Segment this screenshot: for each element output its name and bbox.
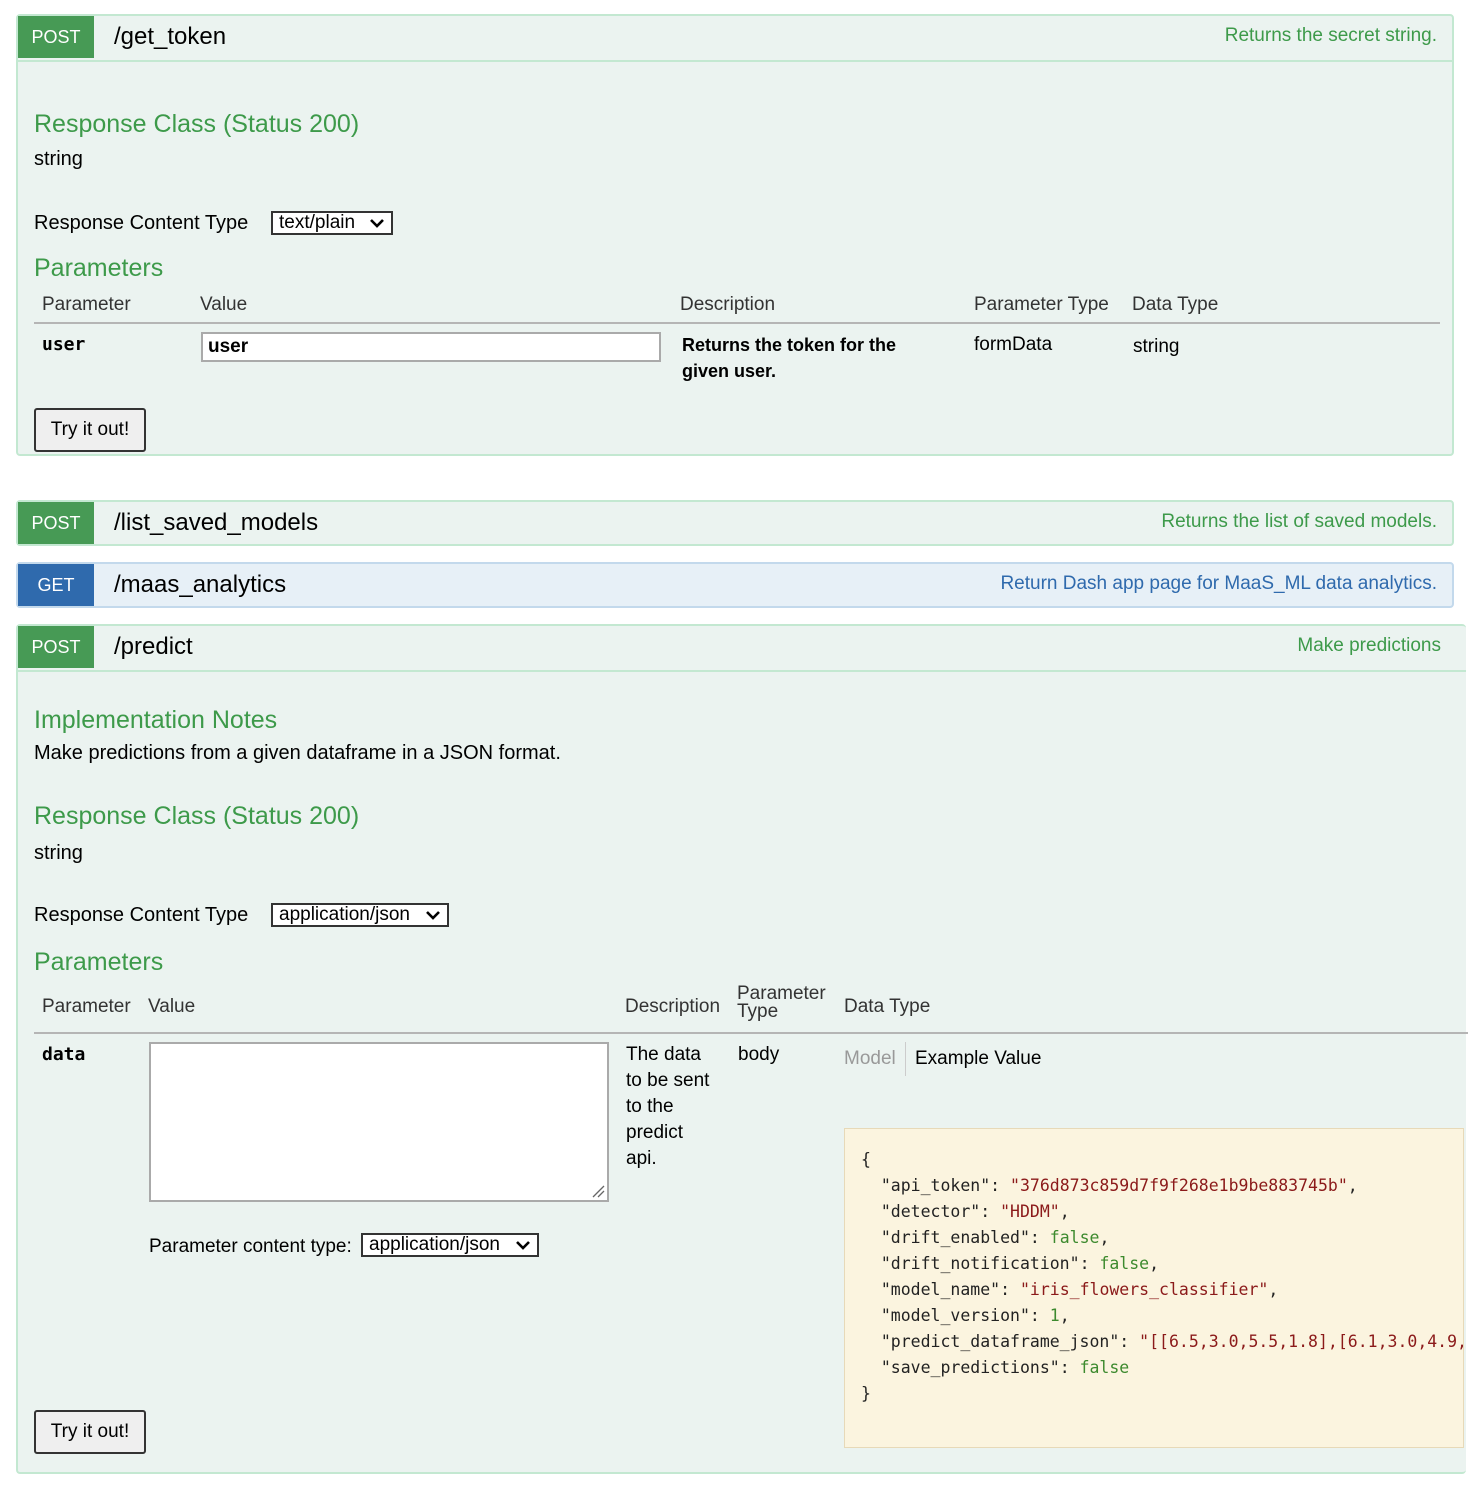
json-string: "iris_flowers_classifier" bbox=[1019, 1280, 1269, 1299]
col-header-data-type: Data Type bbox=[1132, 294, 1219, 315]
description-line: The data bbox=[626, 1044, 701, 1065]
method-badge[interactable]: POST bbox=[18, 502, 94, 544]
response-class-value: string bbox=[34, 148, 83, 170]
method-badge[interactable]: GET bbox=[18, 564, 94, 606]
param-type: formData bbox=[974, 334, 1053, 355]
endpoint-body: Response Class (Status 200) string Respo… bbox=[18, 60, 1452, 454]
implementation-notes-text: Make predictions from a given dataframe … bbox=[34, 742, 561, 764]
parameters-heading: Parameters bbox=[34, 948, 164, 976]
col-header-parameter: Parameter bbox=[42, 294, 131, 315]
select-value: text/plain bbox=[279, 212, 356, 233]
json-boolean: false bbox=[1079, 1358, 1130, 1377]
description-line: given user. bbox=[682, 361, 777, 381]
json-key: "model_name" bbox=[880, 1280, 1001, 1299]
response-content-type-label: Response Content Type bbox=[34, 212, 249, 234]
json-key: "drift_enabled" bbox=[880, 1228, 1030, 1247]
endpoint-header[interactable]: POST /predict Make predictions bbox=[18, 626, 1466, 670]
endpoint-header[interactable]: POST /get_token Returns the secret strin… bbox=[18, 16, 1452, 60]
endpoint-summary[interactable]: Return Dash app page for MaaS_ML data an… bbox=[1000, 564, 1437, 604]
description-line: predict bbox=[626, 1122, 684, 1143]
description-line: to be sent bbox=[626, 1070, 710, 1091]
code-brace: } bbox=[861, 1384, 871, 1403]
endpoint-path[interactable]: /list_saved_models bbox=[114, 502, 318, 544]
implementation-notes-heading: Implementation Notes bbox=[34, 706, 278, 734]
json-key: "model_version" bbox=[880, 1306, 1030, 1325]
endpoint-summary[interactable]: Returns the secret string. bbox=[1225, 16, 1437, 56]
param-description: Returns the token for the given user. bbox=[682, 332, 896, 384]
endpoint-maas-analytics: GET /maas_analytics Return Dash app page… bbox=[16, 562, 1454, 608]
col-header-data-type: Data Type bbox=[844, 996, 931, 1017]
endpoint-summary[interactable]: Make predictions bbox=[1297, 626, 1441, 666]
header-line: Type bbox=[737, 1001, 779, 1022]
description-line: Returns the token for the bbox=[682, 335, 897, 355]
param-data-type: string bbox=[1133, 336, 1180, 357]
json-key: "detector" bbox=[880, 1202, 981, 1221]
response-class-value: string bbox=[34, 842, 83, 864]
endpoint-get-token: POST /get_token Returns the secret strin… bbox=[16, 14, 1454, 456]
param-content-type-label: Parameter content type: bbox=[149, 1236, 352, 1257]
col-header-parameter: Parameter bbox=[42, 996, 131, 1017]
endpoint-header[interactable]: POST /list_saved_models Returns the list… bbox=[18, 502, 1452, 546]
input-value: user bbox=[208, 336, 249, 357]
endpoint-list-saved-models: POST /list_saved_models Returns the list… bbox=[16, 500, 1454, 546]
response-content-type-label: Response Content Type bbox=[34, 904, 249, 926]
data-textarea[interactable] bbox=[149, 1042, 609, 1202]
method-badge[interactable]: POST bbox=[18, 16, 94, 58]
endpoint-path[interactable]: /get_token bbox=[114, 16, 226, 58]
endpoint-predict: POST /predict Make predictions Implement… bbox=[16, 624, 1468, 1474]
description-line: to the bbox=[626, 1096, 674, 1117]
json-boolean: false bbox=[1049, 1228, 1100, 1247]
table-header-rule bbox=[34, 322, 1440, 324]
param-name: data bbox=[42, 1044, 86, 1065]
response-content-type-select[interactable]: application/json bbox=[271, 903, 449, 927]
json-string: "376d873c859d7f9f268e1b9be883745b" bbox=[1010, 1176, 1348, 1195]
method-badge[interactable]: POST bbox=[18, 626, 94, 668]
table-header-rule bbox=[34, 1032, 1468, 1034]
endpoint-header[interactable]: GET /maas_analytics Return Dash app page… bbox=[18, 564, 1452, 608]
json-key: "save_predictions" bbox=[880, 1358, 1060, 1377]
param-type: body bbox=[738, 1044, 780, 1065]
json-string: "[[6.5,3.0,5.5,1.8],[6.1,3.0,4.9,1.8]]" bbox=[1139, 1332, 1463, 1351]
json-key: "predict_dataframe_json" bbox=[880, 1332, 1120, 1351]
chevron-down-icon bbox=[516, 1241, 530, 1250]
endpoint-path[interactable]: /maas_analytics bbox=[114, 564, 286, 606]
col-header-description: Description bbox=[625, 996, 721, 1017]
code-brace: { bbox=[861, 1150, 871, 1169]
json-string: "HDDM" bbox=[1000, 1202, 1060, 1221]
endpoint-path[interactable]: /predict bbox=[114, 626, 193, 668]
json-boolean: false bbox=[1099, 1254, 1150, 1273]
chevron-down-icon bbox=[426, 911, 440, 920]
response-content-type-select[interactable]: text/plain bbox=[271, 211, 393, 235]
col-header-value: Value bbox=[148, 996, 196, 1017]
col-header-value: Value bbox=[200, 294, 248, 315]
response-class-heading: Response Class (Status 200) bbox=[34, 802, 360, 830]
example-value-code[interactable]: { "api_token": "376d873c859d7f9f268e1b9b… bbox=[844, 1128, 1464, 1448]
try-it-out-button[interactable]: Try it out! bbox=[34, 408, 146, 452]
col-header-parameter-type: Parameter Type bbox=[974, 294, 1109, 315]
select-value: application/json bbox=[279, 904, 410, 925]
json-key: "api_token" bbox=[880, 1176, 991, 1195]
endpoint-body: Implementation Notes Make predictions fr… bbox=[18, 670, 1468, 1472]
tab-example-value[interactable]: Example Value bbox=[915, 1048, 1041, 1070]
param-name: user bbox=[42, 334, 86, 355]
json-number: 1 bbox=[1049, 1306, 1060, 1325]
description-line: api. bbox=[626, 1148, 657, 1169]
select-value: application/json bbox=[369, 1234, 500, 1255]
json-key: "drift_notification" bbox=[880, 1254, 1080, 1273]
user-input[interactable]: user bbox=[201, 332, 661, 362]
endpoint-summary[interactable]: Returns the list of saved models. bbox=[1161, 502, 1437, 542]
tab-divider bbox=[905, 1042, 906, 1076]
resize-handle-icon[interactable] bbox=[591, 1184, 605, 1198]
param-content-type-select[interactable]: application/json bbox=[361, 1233, 539, 1257]
col-header-parameter-type: Parameter Type bbox=[737, 984, 826, 1022]
response-class-heading: Response Class (Status 200) bbox=[34, 110, 360, 138]
param-description: The data to be sent to the predict api. bbox=[626, 1042, 709, 1172]
col-header-description: Description bbox=[680, 294, 776, 315]
parameters-heading: Parameters bbox=[34, 254, 164, 282]
try-it-out-button[interactable]: Try it out! bbox=[34, 1410, 146, 1454]
tab-model[interactable]: Model bbox=[844, 1048, 896, 1070]
chevron-down-icon bbox=[370, 219, 384, 228]
